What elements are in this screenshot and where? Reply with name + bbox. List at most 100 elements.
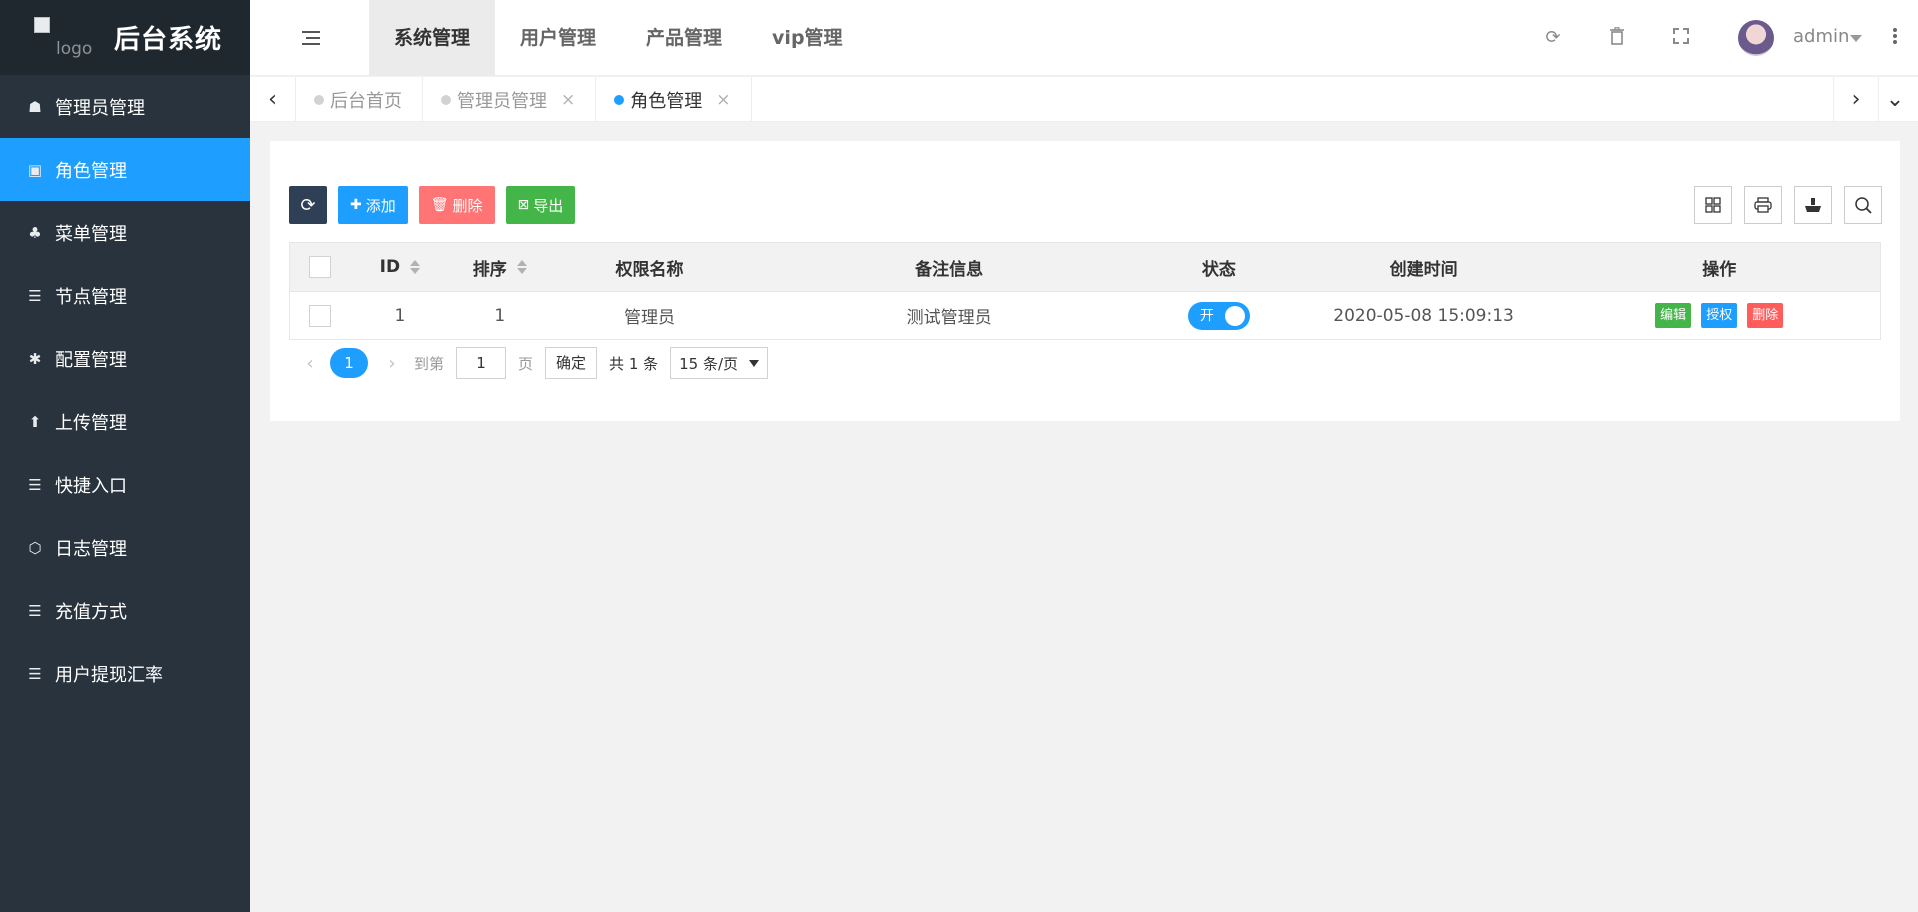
list-icon: ☰ <box>28 286 42 305</box>
goto-confirm-button[interactable]: 确定 <box>545 347 598 379</box>
prev-page-icon[interactable]: ‹ <box>300 353 320 374</box>
page-unit-label: 页 <box>518 354 534 373</box>
refresh-button[interactable]: ⟳ <box>289 186 327 224</box>
broken-image-icon <box>34 16 50 33</box>
column-id[interactable]: ID <box>350 243 450 291</box>
close-icon[interactable]: × <box>561 90 575 110</box>
print-icon[interactable] <box>1744 186 1782 224</box>
cell-name: 管理员 <box>624 308 676 328</box>
tabs-prev-icon[interactable]: ‹ <box>250 77 296 122</box>
sidebar-item-label: 角色管理 <box>55 160 127 182</box>
table-toolbar: ⟳ ✚ 添加 🗑 删除 ⊠ 导出 <box>289 186 586 224</box>
row-delete-button[interactable]: 删除 <box>1747 303 1784 328</box>
table-tools <box>1682 186 1882 224</box>
sort-icon[interactable] <box>410 260 421 274</box>
toggle-knob <box>1224 305 1245 326</box>
total-count: 共 1 条 <box>609 354 659 373</box>
row-select-cell <box>290 292 350 339</box>
sidebar-item-recharge[interactable]: ☰ 充值方式 <box>0 579 250 642</box>
trash-icon: 🗑 <box>430 197 449 213</box>
add-button-label: 添加 <box>365 196 396 215</box>
top-nav: 系统管理 用户管理 产品管理 vip管理 <box>369 0 868 76</box>
next-page-icon[interactable]: › <box>382 353 402 374</box>
page-tab-home[interactable]: 后台首页 <box>296 77 423 122</box>
column-ops: 操作 <box>1702 259 1737 280</box>
chevron-down-icon[interactable] <box>1850 35 1862 42</box>
columns-filter-icon[interactable] <box>1694 186 1732 224</box>
sidebar-item-logs[interactable]: ⬡ 日志管理 <box>0 516 250 579</box>
cell-status: 开 <box>1149 292 1289 339</box>
page-number-current[interactable]: 1 <box>330 348 368 378</box>
select-all-cell <box>290 243 350 291</box>
edit-button[interactable]: 编辑 <box>1655 303 1692 328</box>
column-label: 排序 <box>472 259 507 280</box>
sort-icon[interactable] <box>516 260 527 274</box>
export-button[interactable]: ⊠ 导出 <box>505 186 576 224</box>
top-header: 系统管理 用户管理 产品管理 vip管理 ⟳ admin <box>250 0 1918 76</box>
more-vertical-icon[interactable] <box>1892 26 1898 48</box>
user-name[interactable]: admin <box>1793 26 1849 47</box>
goto-page-input[interactable] <box>456 347 507 379</box>
fullscreen-icon[interactable] <box>1670 27 1692 49</box>
column-sort[interactable]: 排序 <box>450 243 550 291</box>
page-tab-roles[interactable]: 角色管理 × <box>596 77 752 122</box>
select-all-checkbox[interactable] <box>308 256 331 278</box>
pagination: ‹ 1 › 到第 页 确定 共 1 条 15 条/页 <box>300 347 769 379</box>
tab-products[interactable]: 产品管理 <box>621 0 747 76</box>
cell-created: 2020-05-08 15:09:13 <box>1333 305 1514 326</box>
trash-icon[interactable] <box>1606 27 1628 49</box>
sidebar: logo 后台系统 ☗ 管理员管理 ▣ 角色管理 ♣ 菜单管理 ☰ 节点管理 ✱… <box>0 0 250 912</box>
sidebar-item-label: 上传管理 <box>55 412 127 434</box>
sidebar-item-roles[interactable]: ▣ 角色管理 <box>0 138 250 201</box>
sidebar-item-shortcuts[interactable]: ☰ 快捷入口 <box>0 453 250 516</box>
status-toggle[interactable]: 开 <box>1187 301 1250 330</box>
sidebar-item-label: 用户提现汇率 <box>55 664 163 686</box>
tab-system[interactable]: 系统管理 <box>369 0 496 76</box>
badge-icon: ▣ <box>27 160 43 179</box>
content-card: ⟳ ✚ 添加 🗑 删除 ⊠ 导出 ID 排序 权限名称 备注信息 状态 创建时间… <box>270 141 1900 421</box>
refresh-icon[interactable]: ⟳ <box>1542 27 1564 49</box>
toggle-label: 开 <box>1199 307 1214 324</box>
app-title: 后台系统 <box>114 25 223 55</box>
page-tabs-bar: ‹ 后台首页 管理员管理 × 角色管理 × › ⌄ <box>250 77 1918 122</box>
table-header: ID 排序 权限名称 备注信息 状态 创建时间 操作 <box>290 243 1880 292</box>
close-icon[interactable]: × <box>716 90 730 110</box>
tabs-menu-chevron-down-icon[interactable]: ⌄ <box>1872 77 1918 122</box>
sidebar-toggle-icon[interactable] <box>300 26 324 50</box>
delete-button[interactable]: 🗑 删除 <box>418 186 495 224</box>
sidebar-item-label: 节点管理 <box>55 286 127 308</box>
user-icon: ☗ <box>28 97 42 116</box>
table-row: 1 1 管理员 测试管理员 开 2020-05-08 15:09:13 编辑 授… <box>290 292 1880 339</box>
column-label: ID <box>379 257 401 277</box>
page-size-select[interactable]: 15 条/页 <box>670 347 769 379</box>
sidebar-item-menus[interactable]: ♣ 菜单管理 <box>0 201 250 264</box>
authorize-button[interactable]: 授权 <box>1701 303 1738 328</box>
upload-arrow-icon: ⬆ <box>28 412 42 431</box>
cell-remark: 测试管理员 <box>906 308 992 328</box>
tab-users[interactable]: 用户管理 <box>495 0 621 76</box>
row-checkbox[interactable] <box>308 304 331 327</box>
export-icon[interactable] <box>1794 186 1832 224</box>
search-icon[interactable] <box>1844 186 1882 224</box>
tab-vip[interactable]: vip管理 <box>747 0 868 76</box>
avatar[interactable] <box>1738 20 1774 56</box>
sidebar-item-nodes[interactable]: ☰ 节点管理 <box>0 264 250 327</box>
plus-icon: ✚ <box>350 197 362 213</box>
cell-ops: 编辑 授权 删除 <box>1558 292 1880 339</box>
logo-alt-text: logo <box>56 38 93 59</box>
sidebar-item-upload[interactable]: ⬆ 上传管理 <box>0 390 250 453</box>
sidebar-item-withdraw-rate[interactable]: ☰ 用户提现汇率 <box>0 642 250 705</box>
page-tab-label: 后台首页 <box>330 90 402 112</box>
page-tab-admin[interactable]: 管理员管理 × <box>423 77 597 122</box>
hexagon-icon: ⬡ <box>28 538 42 557</box>
page-tab-label: 角色管理 <box>630 90 703 112</box>
cell-id: 1 <box>394 305 406 326</box>
tab-dot-icon <box>314 94 324 105</box>
column-name: 权限名称 <box>615 259 684 280</box>
page-tabs-list: 后台首页 管理员管理 × 角色管理 × <box>296 77 752 122</box>
tab-dot-icon <box>614 94 625 105</box>
sidebar-item-config[interactable]: ✱ 配置管理 <box>0 327 250 390</box>
list-icon: ☰ <box>28 601 42 620</box>
sidebar-item-admin[interactable]: ☗ 管理员管理 <box>0 75 250 138</box>
add-button[interactable]: ✚ 添加 <box>338 186 408 224</box>
